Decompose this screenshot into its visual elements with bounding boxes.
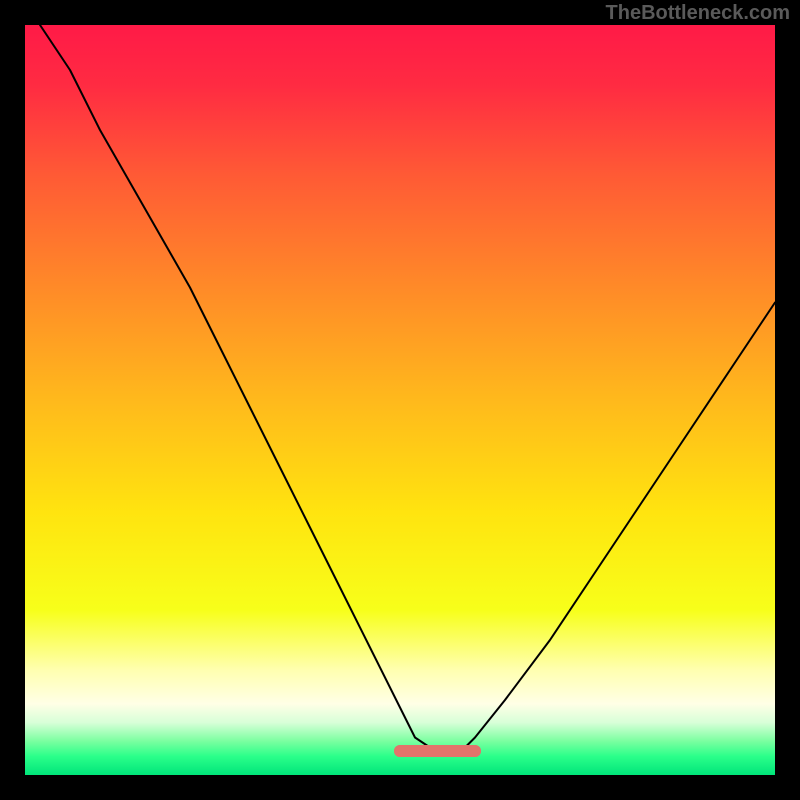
bottleneck-curve xyxy=(25,25,775,775)
chart-frame: TheBottleneck.com xyxy=(0,0,800,800)
plot-area xyxy=(25,25,775,775)
watermark-text: TheBottleneck.com xyxy=(606,2,790,25)
